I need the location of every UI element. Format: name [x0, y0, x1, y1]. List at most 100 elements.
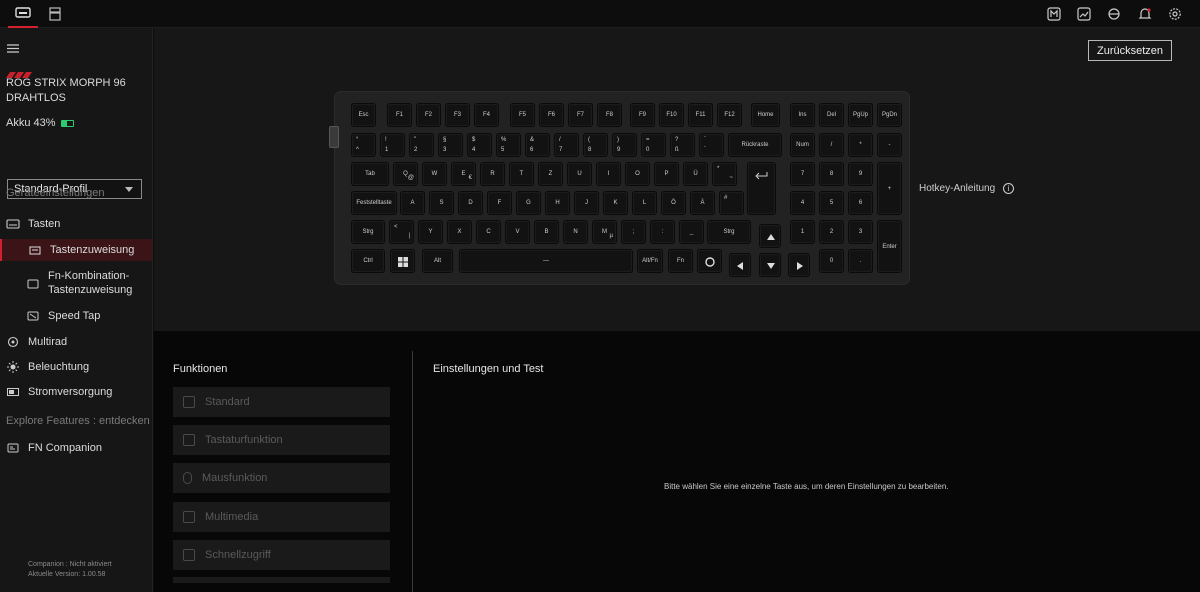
key-f13[interactable]: Home — [751, 103, 780, 127]
key-num-row-6[interactable]: & 6 — [525, 133, 550, 157]
key-np-14[interactable]: 8 — [819, 162, 844, 186]
key-f14[interactable]: Ins — [790, 103, 815, 127]
key-tab[interactable]: Tab — [351, 162, 389, 186]
key-arrow-left[interactable] — [729, 253, 751, 277]
key-r2-4[interactable]: R — [480, 162, 505, 186]
sidebar-item-stromversorgung[interactable]: Stromversorgung — [0, 385, 152, 399]
key-r3-7[interactable]: J — [574, 191, 599, 215]
keyboard-device-icon[interactable] — [8, 0, 38, 28]
key-f4[interactable]: F4 — [474, 103, 499, 127]
multi-wheel-knob[interactable] — [329, 126, 339, 148]
key-r3-10[interactable]: Ö — [661, 191, 686, 215]
key-r4-3[interactable]: X — [447, 220, 472, 244]
key-r2-9[interactable]: O — [625, 162, 650, 186]
key-lshift[interactable]: Strg — [351, 220, 385, 244]
key-r3-1[interactable]: A — [400, 191, 425, 215]
sidebar-item-speed-tap[interactable]: Speed Tap — [0, 309, 152, 323]
key-np-14[interactable]: 5 — [819, 191, 844, 215]
key-r4-2[interactable]: Y — [418, 220, 443, 244]
hotkey-guide[interactable]: Hotkey-Anleitung i — [919, 183, 1015, 194]
key-np-plus[interactable]: + — [877, 162, 902, 215]
key-r2-10[interactable]: P — [654, 162, 679, 186]
key-r2-3[interactable]: E € — [451, 162, 476, 186]
function-shortcut[interactable]: Schnellzugriff — [173, 540, 390, 570]
key-num-17[interactable]: - — [877, 133, 902, 157]
key-r4-7[interactable]: N — [563, 220, 588, 244]
key-capslock[interactable]: Feststelltaste — [351, 191, 397, 215]
key-num-15[interactable]: / — [819, 133, 844, 157]
key-r4-4[interactable]: C — [476, 220, 501, 244]
sidebar-item-multirad[interactable]: Multirad — [0, 335, 152, 349]
gear-icon[interactable] — [1166, 5, 1184, 23]
key-num-row-4[interactable]: $4 — [467, 133, 492, 157]
sidebar-item-tastenzuweisung[interactable]: Tastenzuweisung — [0, 239, 152, 261]
sidebar-item-fn-companion[interactable]: FN Companion — [0, 441, 152, 455]
key-np-enter[interactable]: Enter — [877, 220, 902, 273]
key-copilot[interactable] — [697, 249, 722, 273]
key-r3-8[interactable]: K — [603, 191, 628, 215]
key-arrow-up[interactable] — [759, 224, 781, 248]
key-r3-3[interactable]: D — [458, 191, 483, 215]
key-np-15[interactable]: 6 — [848, 191, 873, 215]
function-more[interactable] — [173, 577, 390, 583]
key-r3-4[interactable]: F — [487, 191, 512, 215]
key-backspace[interactable]: Rückraste — [728, 133, 782, 157]
explore-link[interactable]: entdecken — [99, 415, 150, 427]
info-icon[interactable]: i — [1003, 183, 1015, 194]
key-num-row-7[interactable]: /7 — [554, 133, 579, 157]
key-num-row-5[interactable]: % 5 — [496, 133, 521, 157]
key-np-15[interactable]: 9 — [848, 162, 873, 186]
key-space[interactable]: — — [459, 249, 633, 273]
function-multimedia[interactable]: Multimedia — [173, 502, 390, 532]
key-np-13[interactable]: 7 — [790, 162, 815, 186]
key-lt[interactable]: < | — [389, 220, 414, 244]
key-np-15[interactable]: 3 — [848, 220, 873, 244]
function-standard[interactable]: Standard — [173, 387, 390, 417]
key-r2-11[interactable]: Ü — [683, 162, 708, 186]
key-f0[interactable]: Esc — [351, 103, 376, 127]
key-lalt[interactable]: Alt — [422, 249, 453, 273]
key-r2-7[interactable]: U — [567, 162, 592, 186]
key-r3-11[interactable]: Ä — [690, 191, 715, 215]
key-r4-10[interactable]: : — [650, 220, 675, 244]
key-np-13[interactable]: 4 — [790, 191, 815, 215]
key-f2[interactable]: F2 — [416, 103, 441, 127]
key-r2-2[interactable]: W — [422, 162, 447, 186]
key-f12[interactable]: F12 — [717, 103, 742, 127]
key-np-14[interactable]: 2 — [819, 220, 844, 244]
key-r4-6[interactable]: B — [534, 220, 559, 244]
key-fn[interactable]: Fn — [668, 249, 693, 273]
function-mouse[interactable]: Mausfunktion — [173, 463, 390, 493]
key-r4-5[interactable]: V — [505, 220, 530, 244]
storage-icon[interactable] — [40, 0, 70, 28]
key-f6[interactable]: F6 — [539, 103, 564, 127]
key-num-row-3[interactable]: § 3 — [438, 133, 463, 157]
key-win[interactable] — [390, 249, 415, 273]
key-arrow-down[interactable] — [759, 253, 781, 277]
key-alt-fn[interactable]: Alt/Fn — [637, 249, 663, 273]
key-f5[interactable]: F5 — [510, 103, 535, 127]
key-lctrl[interactable]: Ctrl — [351, 249, 385, 273]
key-r2-8[interactable]: I — [596, 162, 621, 186]
sync-icon[interactable] — [1105, 5, 1123, 23]
key-r3-2[interactable]: S — [429, 191, 454, 215]
sidebar-item-fn-kombination[interactable]: Fn-Kombination- Tastenzuweisung — [0, 269, 152, 299]
key-r3-5[interactable]: G — [516, 191, 541, 215]
sidebar-item-beleuchtung[interactable]: Beleuchtung — [0, 360, 152, 374]
key-num-row-8[interactable]: (8 — [583, 133, 608, 157]
image-icon[interactable] — [1075, 5, 1093, 23]
key-f16[interactable]: PgUp — [848, 103, 873, 127]
key-num-row-11[interactable]: ? ß — [670, 133, 695, 157]
function-keyboard[interactable]: Tastaturfunktion — [173, 425, 390, 455]
key-num-row-12[interactable]: ` ´ — [699, 133, 724, 157]
hamburger-menu-icon[interactable] — [7, 40, 19, 58]
key-f1[interactable]: F1 — [387, 103, 412, 127]
key-hash[interactable]: # — [719, 191, 744, 215]
key-r4-11[interactable]: _ — [679, 220, 704, 244]
reset-button[interactable]: Zurücksetzen — [1088, 40, 1172, 61]
key-num-16[interactable]: * — [848, 133, 873, 157]
key-f17[interactable]: PgDn — [877, 103, 902, 127]
bell-icon[interactable] — [1136, 5, 1154, 23]
key-num-14[interactable]: Num — [790, 133, 815, 157]
key-r4-8[interactable]: Mµ — [592, 220, 617, 244]
